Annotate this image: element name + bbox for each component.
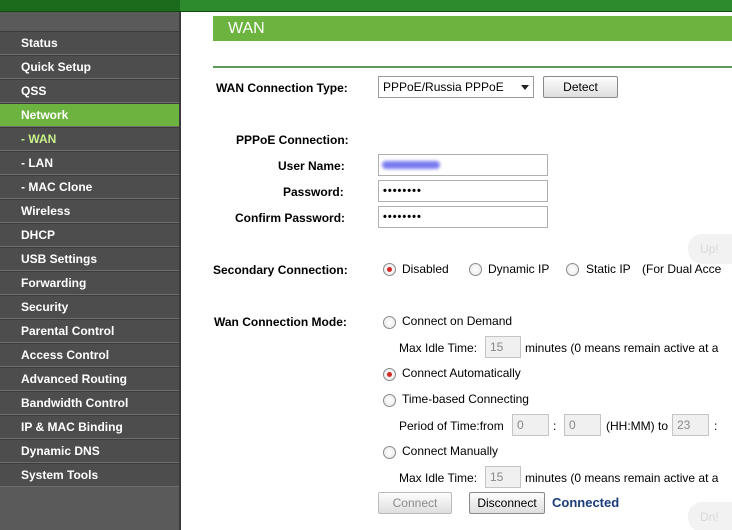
sidebar-nav: Status Quick Setup QSS Network - WAN - L… <box>0 12 181 530</box>
from-hour-input[interactable]: 0 <box>512 414 549 436</box>
from-minute-input[interactable]: 0 <box>564 414 601 436</box>
connection-status: Connected <box>552 495 620 510</box>
sidebar-item-usb-settings[interactable]: USB Settings <box>0 247 179 271</box>
max-idle-hint-2: minutes (0 means remain active at a <box>525 471 719 485</box>
confirm-password-label: Confirm Password: <box>235 211 346 225</box>
sidebar-item-status[interactable]: Status <box>0 31 179 55</box>
top-banner <box>0 0 732 12</box>
sidebar-item-wireless[interactable]: Wireless <box>0 199 179 223</box>
password-field[interactable]: •••••••• <box>378 180 548 202</box>
sidebar-item-network[interactable]: Network <box>0 103 179 127</box>
radio-connect-manually[interactable] <box>383 446 396 459</box>
sidebar-item-ip-mac-binding[interactable]: IP & MAC Binding <box>0 415 179 439</box>
time-colon-2: : <box>714 419 718 433</box>
max-idle-input[interactable]: 15 <box>485 336 521 358</box>
secondary-connection-label: Secondary Connection: <box>213 263 348 277</box>
sidebar-item-access-control[interactable]: Access Control <box>0 343 179 367</box>
max-idle-hint: minutes (0 means remain active at a <box>525 341 719 355</box>
period-label: Period of Time:from <box>399 419 504 433</box>
radio-connect-on-demand[interactable] <box>383 316 396 329</box>
radio-dynamic-ip[interactable] <box>469 263 482 276</box>
radio-connect-automatically-label: Connect Automatically <box>402 366 521 380</box>
detect-button[interactable]: Detect <box>543 76 618 98</box>
connect-button[interactable]: Connect <box>378 492 452 514</box>
sidebar-item-wan[interactable]: - WAN <box>0 127 179 151</box>
blurred-username <box>382 161 440 169</box>
sidebar-item-system-tools[interactable]: System Tools <box>0 463 179 487</box>
chevron-down-icon <box>521 85 529 90</box>
top-banner-strip <box>180 0 732 11</box>
radio-connect-on-demand-label: Connect on Demand <box>402 314 513 328</box>
wan-mode-label: Wan Connection Mode: <box>214 315 347 329</box>
sidebar-item-quick-setup[interactable]: Quick Setup <box>0 55 179 79</box>
radio-disabled[interactable] <box>383 263 396 276</box>
time-colon: : <box>553 419 557 433</box>
sidebar-item-security[interactable]: Security <box>0 295 179 319</box>
sidebar-item-advanced-routing[interactable]: Advanced Routing <box>0 367 179 391</box>
main-content: WAN WAN Connection Type: PPPoE/Russia PP… <box>183 12 732 530</box>
to-hour-input[interactable]: 23 <box>672 414 709 436</box>
username-field[interactable] <box>378 154 548 176</box>
max-idle-label: Max Idle Time: <box>399 341 478 355</box>
sidebar-item-parental-control[interactable]: Parental Control <box>0 319 179 343</box>
radio-time-based-label: Time-based Connecting <box>402 392 529 406</box>
wan-type-label: WAN Connection Type: <box>216 81 348 95</box>
confirm-password-field[interactable]: •••••••• <box>378 206 548 228</box>
sidebar-item-dhcp[interactable]: DHCP <box>0 223 179 247</box>
hhmm-to-label: (HH:MM) to <box>606 419 668 433</box>
username-label: User Name: <box>278 159 345 173</box>
radio-disabled-label: Disabled <box>402 262 449 276</box>
ghost-down-widget: Dn! <box>688 502 732 530</box>
page-title: WAN <box>213 16 732 41</box>
password-label: Password: <box>283 185 344 199</box>
sidebar-item-forwarding[interactable]: Forwarding <box>0 271 179 295</box>
dual-access-note: (For Dual Acce <box>642 262 722 276</box>
ghost-up-widget: Up! <box>688 234 732 264</box>
sidebar-item-dynamic-dns[interactable]: Dynamic DNS <box>0 439 179 463</box>
radio-connect-manually-label: Connect Manually <box>402 444 499 458</box>
radio-dynamic-ip-label: Dynamic IP <box>488 262 550 276</box>
divider <box>213 66 732 68</box>
max-idle-label-2: Max Idle Time: <box>399 471 478 485</box>
sidebar-item-mac-clone[interactable]: - MAC Clone <box>0 175 179 199</box>
radio-static-ip[interactable] <box>566 263 579 276</box>
radio-static-ip-label: Static IP <box>586 262 631 276</box>
sidebar-item-bandwidth-control[interactable]: Bandwidth Control <box>0 391 179 415</box>
wan-type-select[interactable]: PPPoE/Russia PPPoE <box>378 76 534 98</box>
sidebar-item-lan[interactable]: - LAN <box>0 151 179 175</box>
max-idle-input-2[interactable]: 15 <box>485 466 521 488</box>
disconnect-button[interactable]: Disconnect <box>469 492 545 514</box>
radio-connect-automatically[interactable] <box>383 368 396 381</box>
radio-time-based[interactable] <box>383 394 396 407</box>
wan-type-value: PPPoE/Russia PPPoE <box>383 80 504 94</box>
pppoe-section-label: PPPoE Connection: <box>236 133 349 147</box>
sidebar-item-qss[interactable]: QSS <box>0 79 179 103</box>
